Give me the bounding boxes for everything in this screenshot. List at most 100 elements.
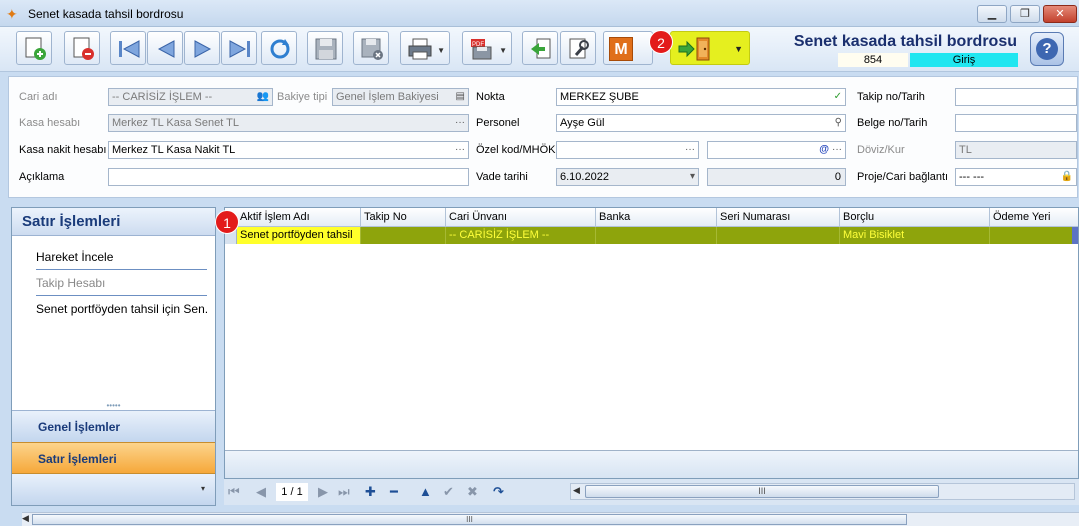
table-cell[interactable] — [361, 227, 446, 244]
proje-field[interactable]: --- --- 🔒 — [955, 168, 1077, 186]
kasa-nakit-field[interactable]: Merkez TL Kasa Nakit TL ··· — [108, 141, 469, 159]
nav-genel-islemler[interactable]: Genel İşlemler — [12, 410, 215, 442]
new-document-icon — [25, 37, 46, 60]
column-header[interactable]: Seri Numarası — [717, 208, 840, 227]
delete-button[interactable] — [64, 31, 100, 65]
mhok-field[interactable]: @ ··· — [707, 141, 846, 159]
column-header[interactable]: Banka — [596, 208, 717, 227]
ellipsis-icon[interactable]: ··· — [455, 142, 465, 158]
cancel-icon[interactable]: ✖ — [467, 483, 478, 501]
scroll-thumb[interactable]: III — [585, 485, 939, 498]
scroll-left-icon[interactable]: ◀ — [22, 513, 29, 524]
close-button[interactable]: ✕ — [1043, 5, 1077, 23]
table-cell[interactable]: Mavi Bisiklet — [840, 227, 990, 244]
nokta-field[interactable]: MERKEZ ŞUBE ✓ — [556, 88, 846, 106]
grid-horizontal-scrollbar[interactable]: ◀ III — [570, 483, 1075, 500]
last-record-button[interactable] — [221, 31, 257, 65]
nav-overflow[interactable]: ▾ — [12, 474, 215, 505]
vade-tarihi-field[interactable]: 6.10.2022 ▾ — [556, 168, 699, 186]
scroll-thumb[interactable]: III — [32, 514, 907, 525]
table-cell[interactable] — [990, 227, 1074, 244]
table-cell[interactable] — [717, 227, 840, 244]
lock-icon[interactable]: 🔒 — [1061, 169, 1073, 185]
prev-record-button[interactable] — [147, 31, 183, 65]
column-header[interactable]: Cari Ünvanı — [446, 208, 596, 227]
user-search-icon[interactable]: ⚲ — [835, 115, 842, 131]
next-record-button[interactable] — [184, 31, 220, 65]
ellipsis-icon[interactable]: ··· — [685, 142, 695, 158]
table-cell[interactable]: -- CARİSİZ İŞLEM -- — [446, 227, 596, 244]
wrench-icon — [569, 38, 589, 59]
bakiye-tipi-label: Bakiye tipi — [277, 91, 328, 103]
ozel-kod-field[interactable]: ··· — [556, 141, 699, 159]
maximize-button[interactable]: ❐ — [1010, 5, 1040, 23]
refresh-button[interactable] — [261, 31, 297, 65]
move-up-icon[interactable]: ▲ — [419, 483, 432, 501]
email-icon[interactable]: @ — [819, 142, 829, 158]
column-header[interactable]: Takip No — [361, 208, 446, 227]
table-cell[interactable] — [596, 227, 717, 244]
scroll-left-icon[interactable]: ◀ — [573, 485, 580, 496]
vade-tarihi-label: Vade tarihi — [476, 171, 528, 183]
bakiye-tipi-field[interactable]: Genel İşlem Bakiyesi ▤ — [332, 88, 469, 106]
first-icon — [119, 40, 140, 58]
lines-grid[interactable]: Aktif İşlem Adı Takip No Cari Ünvanı Ban… — [224, 207, 1079, 479]
save-close-button[interactable] — [353, 31, 389, 65]
side-item-takip-hesabi[interactable]: ✎Takip Hesabı — [36, 270, 207, 296]
tools-button[interactable] — [560, 31, 596, 65]
ellipsis-icon[interactable]: ··· — [455, 115, 465, 131]
takip-no-label: Takip no/Tarih — [857, 91, 925, 103]
side-item-senet-portfoy[interactable]: Senet portföyden tahsil için Sen... — [36, 296, 207, 322]
grid-footer — [225, 450, 1078, 478]
document-number: 854 — [838, 53, 908, 67]
last-page-icon[interactable]: ⏭ — [338, 483, 350, 501]
chevron-down-icon[interactable]: ▼ — [734, 44, 743, 54]
m-button[interactable]: M — [603, 31, 653, 65]
import-button[interactable] — [522, 31, 558, 65]
print-button[interactable]: ▼ — [400, 31, 450, 65]
window-horizontal-scrollbar[interactable]: ◀ III — [22, 512, 1079, 526]
first-page-icon[interactable]: ⏮ — [228, 483, 240, 501]
window-title-bar: ✦ Senet kasada tahsil bordrosu ▁ ❐ ✕ — [0, 0, 1079, 27]
table-row[interactable]: Senet portföyden tahsil -- CARİSİZ İŞLEM… — [225, 227, 1078, 244]
nav-satir-islemleri[interactable]: Satır İşlemleri — [12, 442, 215, 474]
column-header[interactable]: Ödeme Yeri — [990, 208, 1078, 227]
next-page-icon[interactable]: ▶ — [318, 483, 328, 501]
confirm-icon[interactable]: ✔ — [443, 483, 454, 501]
exit-button[interactable]: ▼ — [670, 31, 750, 65]
minimize-button[interactable]: ▁ — [977, 5, 1007, 23]
refresh-icon[interactable]: ↷ — [493, 483, 504, 501]
add-row-icon[interactable]: ✚ — [365, 483, 376, 501]
chevron-down-icon[interactable]: ▼ — [437, 46, 445, 55]
help-button[interactable]: ? — [1030, 32, 1064, 66]
kasa-hesabi-field[interactable]: Merkez TL Kasa Senet TL ··· — [108, 114, 469, 132]
remove-row-icon[interactable]: ━ — [390, 483, 398, 501]
save-button[interactable] — [307, 31, 343, 65]
personel-field[interactable]: Ayşe Gül ⚲ — [556, 114, 846, 132]
takip-no-field[interactable] — [955, 88, 1077, 106]
side-item-hareket-incele[interactable]: Hareket İncele — [36, 244, 207, 270]
chevron-down-icon[interactable]: ▾ — [201, 484, 205, 493]
chevron-down-icon[interactable]: ▾ — [690, 169, 695, 185]
belge-no-field[interactable] — [955, 114, 1077, 132]
doviz-kur-field[interactable]: TL — [955, 141, 1077, 159]
check-icon[interactable]: ✓ — [834, 89, 842, 105]
new-button[interactable] — [16, 31, 52, 65]
first-record-button[interactable] — [110, 31, 146, 65]
users-icon[interactable]: 👥 — [257, 89, 269, 105]
list-icon[interactable]: ▤ — [456, 89, 465, 105]
cari-adi-field[interactable]: -- CARİSİZ İŞLEM -- 👥 — [108, 88, 273, 106]
prev-page-icon[interactable]: ◀ — [256, 483, 266, 501]
ellipsis-icon[interactable]: ··· — [832, 142, 842, 158]
callout-badge-2: 2 — [649, 30, 673, 54]
pdf-export-button[interactable]: PDF ▼ — [462, 31, 512, 65]
aciklama-field[interactable] — [108, 168, 469, 186]
status-badge: Giriş — [910, 53, 1018, 67]
next-icon — [194, 40, 212, 58]
chevron-down-icon[interactable]: ▼ — [499, 46, 507, 55]
window-title: Senet kasada tahsil bordrosu — [28, 7, 184, 21]
amount-field[interactable]: 0 — [707, 168, 846, 186]
table-cell[interactable]: Senet portföyden tahsil — [237, 227, 361, 244]
column-header[interactable]: Borçlu — [840, 208, 990, 227]
column-header[interactable]: Aktif İşlem Adı — [237, 208, 361, 227]
